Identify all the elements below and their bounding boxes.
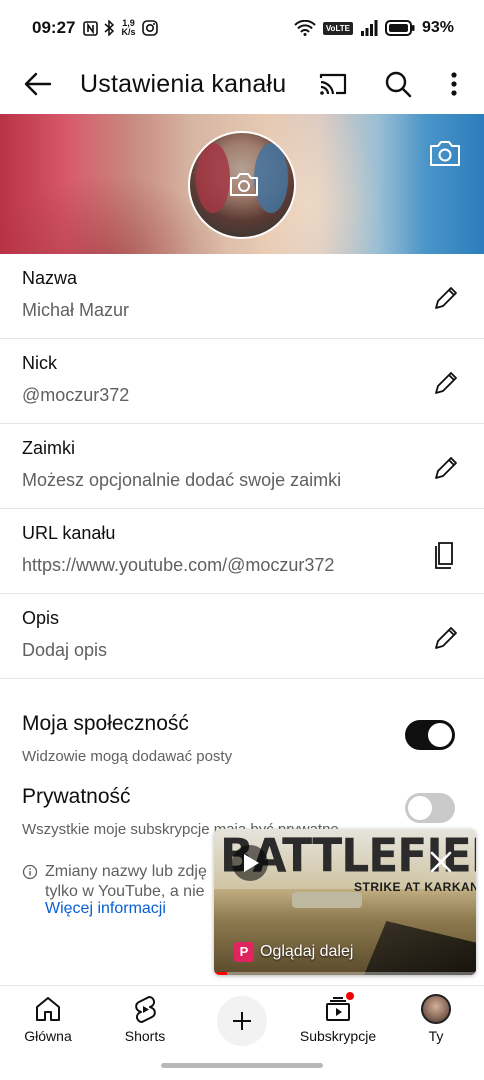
miniplayer[interactable]: BATTLEFIELD 2 STRIKE AT KARKAND P Ogląda… <box>214 829 476 975</box>
home-indicator <box>161 1063 323 1068</box>
toggle-description: Widzowie mogą dodawać posty <box>22 748 233 765</box>
pencil-icon[interactable] <box>430 367 462 399</box>
nav-you[interactable]: Ty <box>388 986 484 1048</box>
battery-icon <box>384 20 415 36</box>
back-arrow-icon[interactable] <box>22 68 54 100</box>
nav-label: Główna <box>24 1028 72 1044</box>
pencil-icon[interactable] <box>430 622 462 654</box>
status-time: 09:27 <box>32 18 76 37</box>
continue-watching[interactable]: P Oglądaj dalej <box>234 940 353 964</box>
channel-avatar[interactable] <box>188 131 296 239</box>
battery-percent: 93% <box>421 19 454 36</box>
nav-label: Subskrypcje <box>299 1028 377 1044</box>
row-label: Nick <box>22 353 57 373</box>
shorts-icon <box>135 996 156 1023</box>
row-value: Możesz opcjonalnie dodać swoje zaimki <box>22 470 342 490</box>
app-bar: Ustawienia kanału <box>0 56 484 112</box>
row-value: https://www.youtube.com/@moczur372 <box>22 555 335 575</box>
nfc-icon <box>83 20 99 36</box>
row-channel-url[interactable]: URL kanału https://www.youtube.com/@mocz… <box>0 509 484 594</box>
cast-icon[interactable] <box>317 68 349 100</box>
playlist-badge: P <box>234 942 254 962</box>
nav-subscriptions[interactable]: Subskrypcje <box>290 986 386 1048</box>
row-value: @moczur372 <box>22 385 130 405</box>
nav-shorts[interactable]: Shorts <box>97 986 193 1048</box>
instagram-icon <box>141 20 158 36</box>
toggle-label: Moja społeczność <box>22 712 189 735</box>
wifi-icon <box>294 20 316 36</box>
row-pronouns[interactable]: Zaimki Możesz opcjonalnie dodać swoje za… <box>0 424 484 509</box>
more-info-link[interactable]: Więcej informacji <box>45 900 166 918</box>
row-name[interactable]: Nazwa Michał Mazur <box>0 254 484 339</box>
status-bar: 09:27 1,9 K/s VoLTE 93% <box>0 0 484 56</box>
copy-icon[interactable] <box>430 537 462 569</box>
community-switch[interactable] <box>405 720 455 750</box>
play-button[interactable] <box>232 845 268 881</box>
home-icon <box>36 997 60 1021</box>
row-label: URL kanału <box>22 523 116 543</box>
page-title: Ustawienia kanału <box>80 70 287 98</box>
toggle-community: Moja społeczność Widzowie mogą dodawać p… <box>0 712 484 782</box>
play-icon <box>244 854 259 872</box>
net-speed: 1,9 K/s <box>121 18 136 37</box>
pencil-icon[interactable] <box>430 452 462 484</box>
camera-icon[interactable] <box>428 138 462 168</box>
signal-icon <box>360 20 378 36</box>
camera-icon[interactable] <box>228 170 260 198</box>
info-icon <box>22 864 38 880</box>
avatar <box>421 994 451 1024</box>
pencil-icon[interactable] <box>430 282 462 314</box>
nav-label: Ty <box>428 1028 444 1044</box>
row-label: Nazwa <box>22 268 78 288</box>
search-icon[interactable] <box>382 68 414 100</box>
nav-home[interactable]: Główna <box>0 986 96 1048</box>
volte-badge: VoLTE <box>322 21 353 35</box>
privacy-switch[interactable] <box>405 793 455 823</box>
notification-dot <box>345 991 355 1001</box>
row-label: Zaimki <box>22 438 75 458</box>
plus-icon <box>233 1012 251 1030</box>
toggle-label: Prywatność <box>22 785 131 808</box>
bluetooth-icon <box>104 20 115 36</box>
close-icon[interactable] <box>428 849 454 875</box>
row-value: Michał Mazur <box>22 300 130 320</box>
row-label: Opis <box>22 608 60 628</box>
video-subtitle-art: STRIKE AT KARKAND <box>354 880 476 894</box>
row-value: Dodaj opis <box>22 640 108 660</box>
video-progress <box>214 972 476 975</box>
more-vert-icon[interactable] <box>440 68 468 100</box>
row-description[interactable]: Opis Dodaj opis <box>0 594 484 679</box>
nav-label: Shorts <box>124 1028 166 1044</box>
row-handle[interactable]: Nick @moczur372 <box>0 339 484 424</box>
continue-label: Oglądaj dalej <box>260 943 354 960</box>
create-button[interactable] <box>217 996 267 1046</box>
